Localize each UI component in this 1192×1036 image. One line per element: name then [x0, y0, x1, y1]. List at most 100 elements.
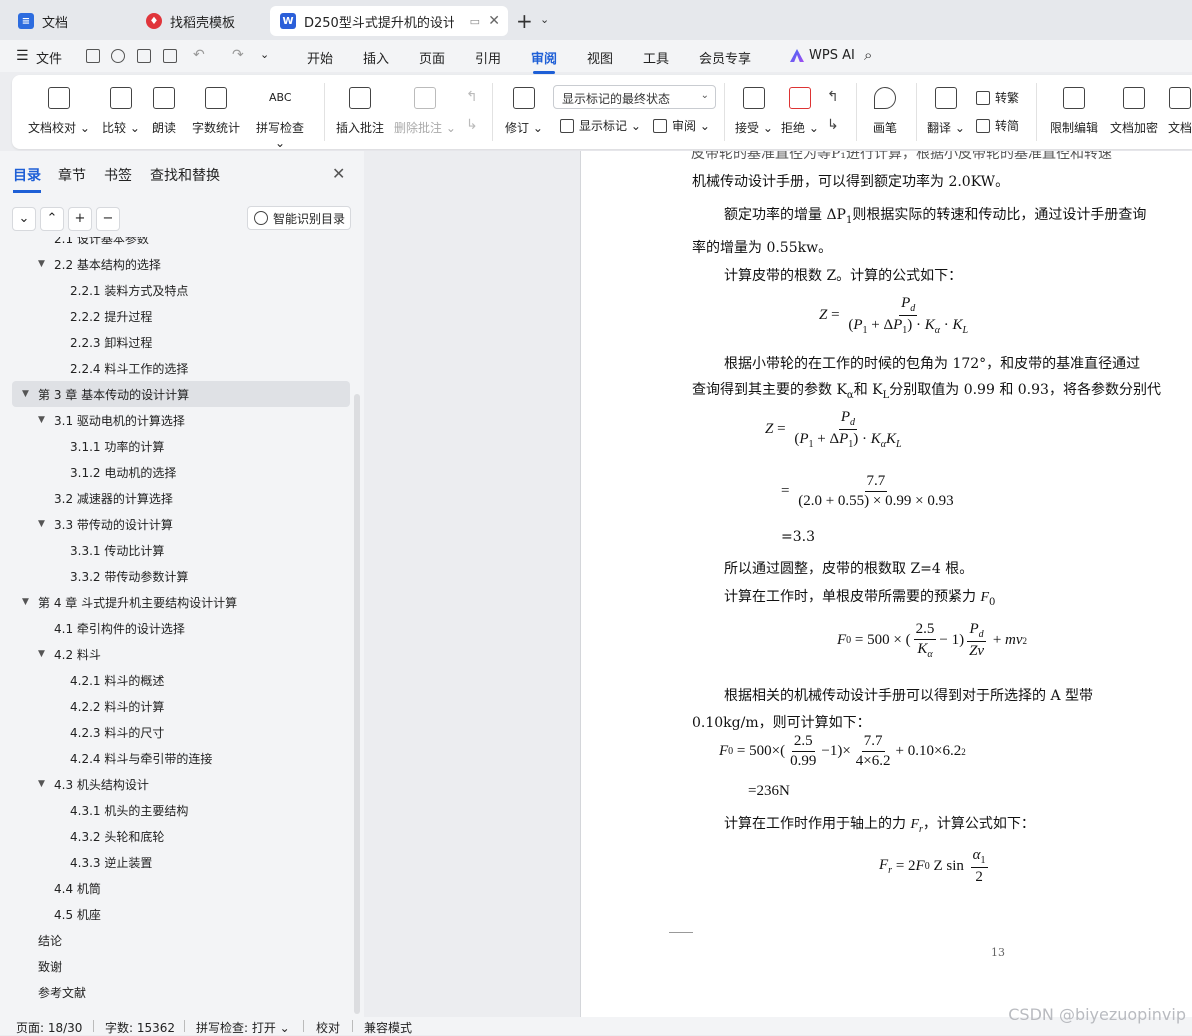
menu-item[interactable]: 页面	[419, 48, 445, 67]
toc-item[interactable]: 4.2.1 料斗的概述	[12, 667, 350, 693]
toc-item[interactable]: 3.3.2 带传动参数计算	[12, 563, 350, 589]
tab-find-replace[interactable]: 查找和替换	[150, 165, 220, 185]
word-count[interactable]: 字数: 15362	[105, 1019, 175, 1036]
toc-item[interactable]: 2.1 设计基本参数	[12, 237, 350, 251]
close-tab-icon[interactable]: ✕	[488, 13, 500, 29]
next-comment-icon[interactable]: ↳	[466, 117, 478, 133]
spell-check-status[interactable]: 拼写检查: 打开 ⌄	[196, 1019, 290, 1036]
restrict-edit-button[interactable]: 限制编辑	[1048, 83, 1100, 136]
toc-item[interactable]: 4.5 机座	[12, 901, 350, 927]
insert-comment-button[interactable]: 插入批注	[334, 83, 386, 136]
expand-caret-icon[interactable]: ▼	[22, 389, 29, 399]
menu-item[interactable]: 工具	[643, 48, 669, 67]
toc-item[interactable]: 2.2.3 卸料过程	[12, 329, 350, 355]
toc-item[interactable]: 参考文献	[12, 979, 350, 1005]
accept-button[interactable]: 接受 ⌄	[734, 83, 774, 136]
toc-item[interactable]: 4.2.4 料斗与牵引带的连接	[12, 745, 350, 771]
doc-more-button[interactable]: 文档	[1168, 83, 1192, 136]
tab-docs[interactable]: ≡ 文档	[8, 6, 128, 36]
expand-caret-icon[interactable]: ▼	[38, 259, 45, 269]
markup-state-select[interactable]: 显示标记的最终状态 ⌄	[553, 85, 716, 109]
toc-item[interactable]: 致谢	[12, 953, 350, 979]
toc-item[interactable]: ▼ 4.2 料斗	[12, 641, 350, 667]
doc-check-button[interactable]: 文档校对 ⌄	[28, 83, 90, 136]
toc-item[interactable]: 3.1.2 电动机的选择	[12, 459, 350, 485]
menu-item-active[interactable]: 审阅	[531, 48, 557, 74]
search-icon[interactable]: ⌕	[864, 46, 872, 64]
compare-button[interactable]: 比较 ⌄	[98, 83, 144, 136]
reject-button[interactable]: 拒绝 ⌄	[780, 83, 820, 136]
next-change-icon[interactable]: ↳	[827, 117, 839, 133]
menu-file[interactable]: 文件	[36, 48, 62, 67]
toc-item[interactable]: 2.2.1 装料方式及特点	[12, 277, 350, 303]
expand-caret-icon[interactable]: ▼	[22, 597, 29, 607]
print-preview-icon[interactable]	[163, 49, 177, 63]
tab-docer[interactable]: ♦ 找稻壳模板	[136, 6, 262, 36]
toc-item[interactable]: 4.3.1 机头的主要结构	[12, 797, 350, 823]
prev-comment-icon[interactable]: ↰	[466, 89, 478, 105]
translate-button[interactable]: 翻译 ⌄	[926, 83, 966, 136]
toc-item[interactable]: ▼ 4.3 机头结构设计	[12, 771, 350, 797]
collapse-all-button[interactable]: ⌄	[12, 207, 36, 231]
toc-item[interactable]: 4.1 牵引构件的设计选择	[12, 615, 350, 641]
add-heading-button[interactable]: +	[68, 207, 92, 231]
chevron-down-icon[interactable]: ⌄	[540, 13, 549, 26]
new-tab-icon[interactable]: +	[516, 9, 533, 33]
revise-button[interactable]: 修订 ⌄	[504, 83, 544, 136]
toc-item[interactable]: ▼ 2.2 基本结构的选择	[12, 251, 350, 277]
delete-comment-button[interactable]: 删除批注 ⌄	[394, 83, 456, 136]
toc-item[interactable]: 3.2 减速器的计算选择	[12, 485, 350, 511]
toc-item[interactable]: 2.2.2 提升过程	[12, 303, 350, 329]
print-icon[interactable]	[137, 49, 151, 63]
toc-item[interactable]: 结论	[12, 927, 350, 953]
expand-caret-icon[interactable]: ▼	[38, 519, 45, 529]
menu-item[interactable]: 开始	[307, 48, 333, 67]
smart-toc-button[interactable]: 智能识别目录	[247, 206, 351, 230]
word-count-button[interactable]: 字数统计	[190, 83, 242, 136]
expand-up-button[interactable]: ⌃	[40, 207, 64, 231]
toc-scrollbar[interactable]	[354, 394, 360, 1014]
toc-item[interactable]: 4.4 机筒	[12, 875, 350, 901]
spell-check-button[interactable]: ABC 拼写检查 ⌄	[250, 83, 310, 150]
toc-item[interactable]: ▼ 第 4 章 斗式提升机主要结构设计计算	[12, 589, 350, 615]
expand-caret-icon[interactable]: ▼	[38, 415, 45, 425]
menu-item[interactable]: 插入	[363, 48, 389, 67]
undo-icon[interactable]: ↶	[193, 47, 205, 63]
remove-heading-button[interactable]: −	[96, 207, 120, 231]
share-icon[interactable]	[111, 49, 125, 63]
proofread-status[interactable]: 校对	[316, 1019, 340, 1036]
tab-sections[interactable]: 章节	[58, 165, 86, 185]
expand-caret-icon[interactable]: ▼	[38, 649, 45, 659]
toc-item[interactable]: 4.3.3 逆止装置	[12, 849, 350, 875]
tab-bookmarks[interactable]: 书签	[104, 165, 132, 185]
menu-item[interactable]: 视图	[587, 48, 613, 67]
wps-ai-button[interactable]: WPS AI	[809, 48, 855, 63]
toc-item[interactable]: 3.1.1 功率的计算	[12, 433, 350, 459]
to-simplified-button[interactable]: 转简	[976, 117, 1019, 134]
toc-item[interactable]: ▼ 3.1 驱动电机的计算选择	[12, 407, 350, 433]
toc-item[interactable]: 2.2.4 料斗工作的选择	[12, 355, 350, 381]
read-aloud-button[interactable]: 朗读	[149, 83, 179, 136]
hamburger-icon[interactable]: ☰	[16, 48, 29, 64]
toc-item[interactable]: 4.2.2 料斗的计算	[12, 693, 350, 719]
toc-item[interactable]: 4.2.3 料斗的尺寸	[12, 719, 350, 745]
show-markup-button[interactable]: 显示标记 ⌄	[560, 117, 641, 134]
chevron-down-icon[interactable]: ⌄	[260, 48, 269, 61]
prev-change-icon[interactable]: ↰	[827, 89, 839, 105]
toc-item[interactable]: 3.3.1 传动比计算	[12, 537, 350, 563]
pen-button[interactable]: 画笔	[870, 83, 900, 136]
page-indicator[interactable]: 页面: 18/30	[16, 1019, 82, 1036]
review-pane-button[interactable]: 审阅 ⌄	[653, 117, 710, 134]
expand-caret-icon[interactable]: ▼	[38, 779, 45, 789]
save-icon[interactable]	[86, 49, 100, 63]
toc-item[interactable]: ▼ 第 3 章 基本传动的设计计算	[12, 381, 350, 407]
tab-toc[interactable]: 目录	[13, 165, 41, 193]
to-traditional-button[interactable]: 转繁	[976, 89, 1019, 106]
menu-item[interactable]: 引用	[475, 48, 501, 67]
toc-item[interactable]: 4.3.2 头轮和底轮	[12, 823, 350, 849]
encrypt-button[interactable]: 文档加密	[1108, 83, 1160, 136]
menu-item[interactable]: 会员专享	[699, 48, 751, 67]
toc-item[interactable]: ▼ 3.3 带传动的设计计算	[12, 511, 350, 537]
tab-document[interactable]: W D250型斗式提升机的设计与性 ▭ ✕	[270, 6, 508, 36]
redo-icon[interactable]: ↷	[232, 47, 244, 63]
